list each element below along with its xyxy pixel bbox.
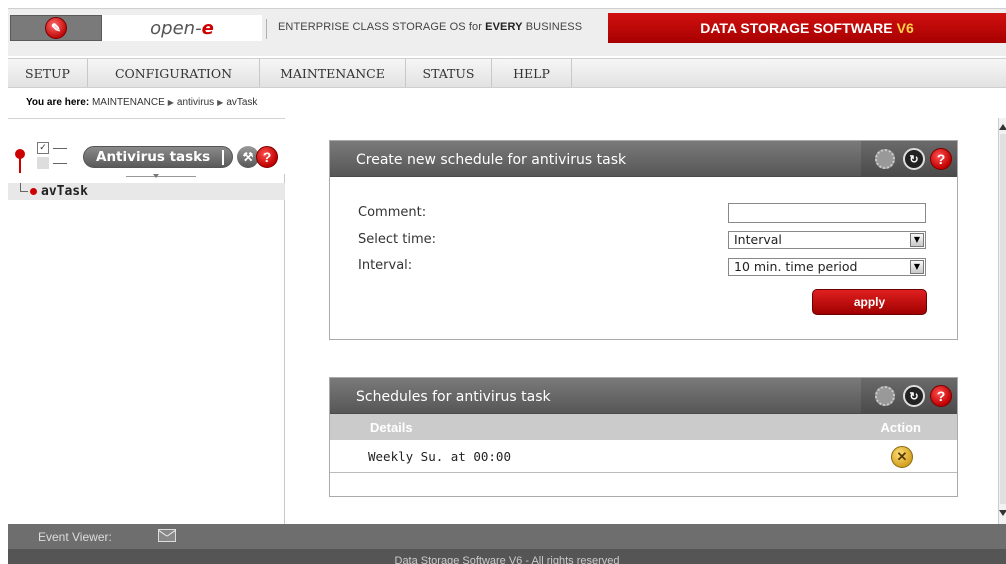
tree-item-avtask[interactable]: avTask [8, 183, 285, 200]
brand-box: open-e [102, 15, 262, 41]
chevron-down-icon[interactable]: ▼ [910, 233, 924, 247]
scroll-up-icon[interactable] [999, 120, 1006, 130]
select-time-dropdown[interactable]: Interval ▼ [728, 231, 926, 249]
breadcrumb-prefix: You are here: [26, 97, 90, 108]
help-icon[interactable]: ? [930, 385, 952, 407]
tree-node-icon [30, 188, 37, 195]
interval-dropdown[interactable]: 10 min. time period ▼ [728, 258, 926, 276]
left-panel-title: Antivirus tasks [83, 146, 233, 168]
caret-down-icon [153, 174, 159, 178]
brand-name: open-e [150, 17, 214, 39]
breadcrumb-item[interactable]: avTask [226, 97, 257, 108]
breadcrumb-item[interactable]: MAINTENANCE [92, 97, 165, 108]
event-viewer-label: Event Viewer: [38, 530, 112, 544]
left-panel: ✓ Antivirus tasks ⚒ ? avTask [8, 118, 285, 524]
event-viewer-bar: Event Viewer: [8, 524, 1006, 549]
nav-maintenance[interactable]: MAINTENANCE [260, 59, 406, 87]
schedules-panel: Schedules for antivirus task ↻ ? Details… [329, 377, 958, 497]
breadcrumb-item[interactable]: antivirus [177, 97, 214, 108]
panel-title: Create new schedule for antivirus task [356, 152, 627, 168]
table-header: Details Action [330, 414, 957, 440]
select-time-label: Select time: [358, 232, 436, 247]
tree-branch [20, 183, 28, 192]
footer: Data Storage Software V6 - All rights re… [8, 549, 1006, 564]
interval-label: Interval: [358, 258, 413, 273]
header-divider [266, 19, 267, 39]
schedule-details: Weekly Su. at 00:00 [368, 449, 511, 464]
select-time-value: Interval [734, 232, 782, 247]
breadcrumb-arrow-icon: ▶ [167, 98, 174, 107]
apply-button[interactable]: apply [812, 289, 927, 315]
column-header-action: Action [880, 420, 921, 435]
comment-input[interactable] [728, 203, 926, 223]
panel-title-bar: Schedules for antivirus task ↻ ? [330, 378, 957, 414]
breadcrumb: You are here: MAINTENANCE ▶ antivirus ▶ avTa… [26, 97, 257, 108]
product-banner: DATA STORAGE SOFTWARE V6 [608, 13, 1006, 43]
column-header-details: Details [370, 420, 413, 435]
loading-icon [875, 149, 895, 169]
footer-text: Data Storage Software V6 - All rights re… [394, 555, 620, 564]
panel-title: Schedules for antivirus task [356, 389, 551, 405]
mail-icon[interactable] [158, 529, 176, 542]
header: ✎ open-e ENTERPRISE CLASS STORAGE OS for… [8, 8, 1006, 56]
product-version: V6 [896, 20, 914, 36]
tasks-list-icon: ✓ [36, 141, 70, 171]
scroll-track[interactable] [1000, 134, 1006, 504]
product-name: DATA STORAGE SOFTWARE [700, 20, 893, 36]
tree-stem [19, 157, 21, 173]
refresh-icon[interactable]: ↻ [903, 148, 925, 170]
nav-configuration[interactable]: CONFIGURATION [88, 59, 260, 87]
tagline: ENTERPRISE CLASS STORAGE OS for EVERY BU… [278, 21, 583, 33]
nav-status[interactable]: STATUS [406, 59, 492, 87]
panel-title-bar: Create new schedule for antivirus task ↻… [330, 141, 957, 177]
help-icon[interactable]: ? [256, 146, 278, 168]
left-panel-header: ✓ Antivirus tasks ⚒ ? [8, 119, 285, 178]
vertical-scrollbar[interactable] [998, 118, 1006, 524]
refresh-icon[interactable]: ↻ [903, 385, 925, 407]
app-window: ✎ open-e ENTERPRISE CLASS STORAGE OS for… [0, 0, 1006, 564]
logo-icon: ✎ [45, 17, 67, 39]
tree-item-label: avTask [41, 184, 88, 199]
loading-icon [875, 386, 895, 406]
delete-icon[interactable]: ✕ [891, 446, 913, 468]
main-nav: SETUP CONFIGURATION MAINTENANCE STATUS H… [8, 58, 1006, 88]
help-icon[interactable]: ? [930, 148, 952, 170]
chevron-down-icon[interactable]: ▼ [910, 260, 924, 274]
scroll-down-icon[interactable] [999, 510, 1006, 520]
interval-value: 10 min. time period [734, 259, 858, 274]
nav-setup[interactable]: SETUP [8, 59, 88, 87]
nav-help[interactable]: HELP [492, 59, 572, 87]
create-schedule-panel: Create new schedule for antivirus task ↻… [329, 140, 958, 340]
breadcrumb-arrow-icon: ▶ [217, 98, 224, 107]
table-row: Weekly Su. at 00:00 ✕ [330, 440, 957, 473]
logo[interactable]: ✎ [10, 15, 102, 41]
comment-label: Comment: [358, 205, 427, 220]
